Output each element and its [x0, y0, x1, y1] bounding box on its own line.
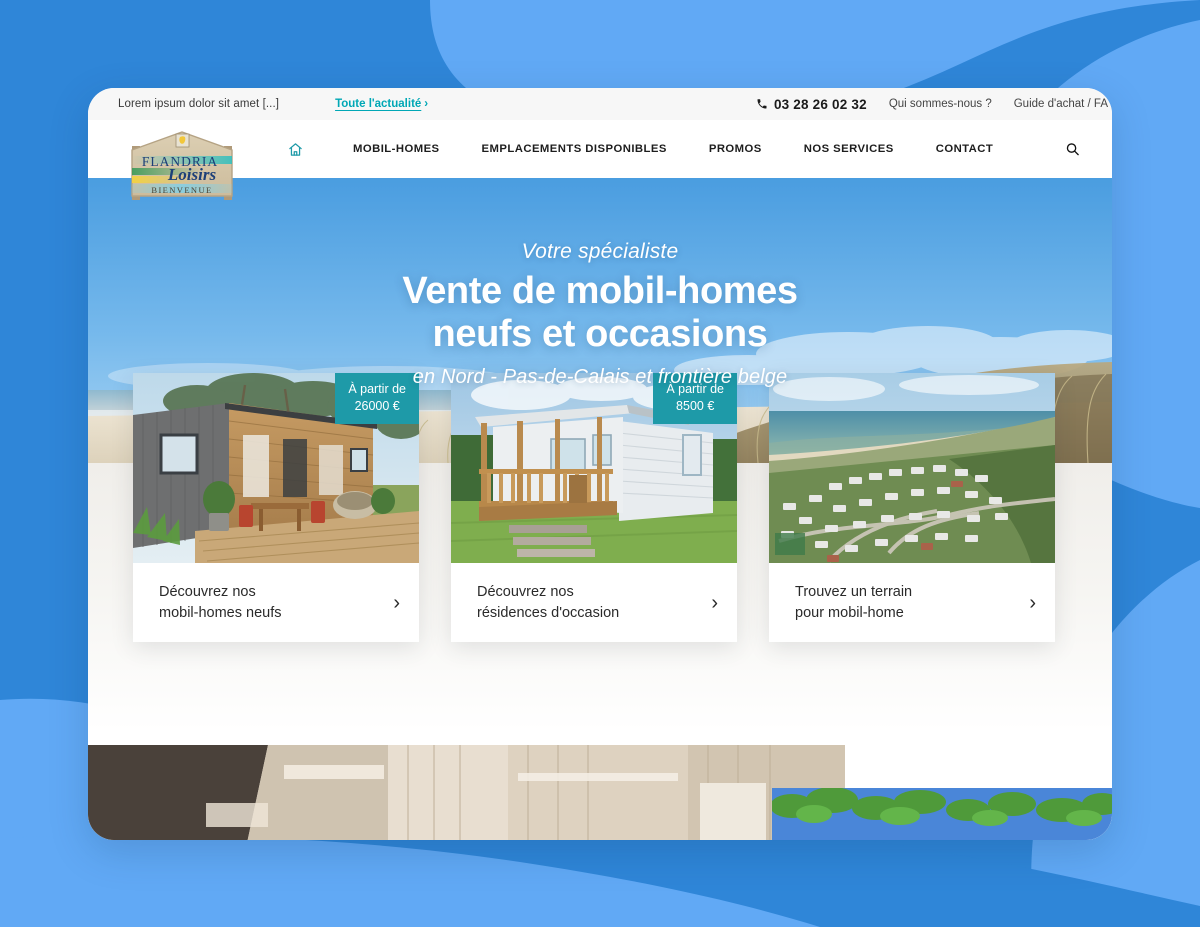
about-us-link[interactable]: Qui sommes-nous ? — [889, 98, 992, 110]
nav-item-contact[interactable]: CONTACT — [936, 143, 994, 155]
utility-bar: Lorem ipsum dolor sit amet [...] Toute l… — [88, 88, 1112, 120]
card-image-wrapper: À partir de 8500 € — [451, 373, 737, 563]
search-button[interactable] — [1065, 142, 1080, 157]
card-image-wrapper: À partir de 26000 € — [133, 373, 419, 563]
svg-text:Loisirs: Loisirs — [167, 165, 217, 184]
chevron-right-icon[interactable]: › — [711, 593, 718, 613]
buying-guide-link[interactable]: Guide d'achat / FA — [1014, 98, 1108, 110]
chevron-right-icon[interactable]: › — [393, 593, 400, 613]
nav-item-promos[interactable]: PROMOS — [709, 143, 762, 155]
card-caption: Trouvez un terrain pour mobil-home — [795, 582, 912, 623]
highlight-cards: À partir de 26000 € Découvrez nos mobil-… — [133, 373, 1067, 643]
phone-number[interactable]: 03 28 26 02 32 — [756, 97, 867, 112]
hero-subtitle: en Nord - Pas-de-Calais et frontière bel… — [412, 365, 788, 388]
nav-links: MOBIL-HOMES EMPLACEMENTS DISPONIBLES PRO… — [353, 143, 993, 155]
all-news-link[interactable]: Toute l'actualité › — [335, 98, 428, 110]
nav-item-mobil-homes[interactable]: MOBIL-HOMES — [353, 143, 440, 155]
mobil-home-interior-photo — [88, 745, 845, 840]
card-body: Découvrez nos mobil-homes neufs › — [133, 563, 419, 642]
card-mobil-homes-neufs[interactable]: À partir de 26000 € Découvrez nos mobil-… — [133, 373, 419, 643]
search-icon — [1066, 143, 1079, 156]
svg-text:BIENVENUE: BIENVENUE — [151, 185, 212, 195]
highlight-cards-section: À partir de 26000 € Découvrez nos mobil-… — [88, 373, 1112, 731]
card-image-wrapper — [769, 373, 1055, 563]
nav-item-emplacements[interactable]: EMPLACEMENTS DISPONIBLES — [482, 143, 667, 155]
greenery-photo — [772, 788, 1112, 840]
badge-price: 26000 € — [354, 398, 400, 413]
hero-title: Vente de mobil-homes neufs et occasions — [88, 270, 1112, 356]
card-body: Découvrez nos résidences d'occasion › — [451, 563, 737, 642]
flandria-loisirs-logo: FLANDRIA Loisirs BIENVENUE — [131, 131, 233, 200]
website-mockup: Lorem ipsum dolor sit amet [...] Toute l… — [88, 88, 1112, 840]
phone-number-text: 03 28 26 02 32 — [773, 96, 867, 112]
phone-icon — [757, 99, 767, 109]
aerial-campsite-seaside-photo — [769, 373, 1055, 563]
card-caption-line-2: résidences d'occasion — [477, 604, 620, 621]
chevron-right-icon[interactable]: › — [1029, 593, 1036, 613]
greenery-image — [772, 788, 1112, 840]
card-body: Trouvez un terrain pour mobil-home › — [769, 563, 1055, 642]
news-ticker-text: Lorem ipsum dolor sit amet [...] — [118, 98, 280, 110]
home-icon — [289, 142, 302, 156]
card-caption-line-1: Découvrez nos — [477, 584, 574, 600]
chevron-right-icon: › — [424, 98, 429, 110]
next-section — [88, 731, 1112, 840]
all-news-label: Toute l'actualité — [335, 98, 422, 110]
card-caption-line-1: Trouvez un terrain — [795, 584, 913, 600]
card-trouvez-terrain[interactable]: Trouvez un terrain pour mobil-home › — [769, 373, 1055, 643]
card-caption: Découvrez nos résidences d'occasion — [477, 582, 619, 623]
badge-price: 8500 € — [676, 398, 715, 413]
utility-bar-right: 03 28 26 02 32 Qui sommes-nous ? Guide d… — [756, 97, 1112, 112]
nav-item-nos-services[interactable]: NOS SERVICES — [804, 143, 894, 155]
card-caption-line-2: mobil-homes neufs — [159, 604, 282, 621]
hero-title-line-1: Vente de mobil-homes — [402, 270, 798, 312]
card-caption-line-2: pour mobil-home — [795, 604, 904, 621]
interior-image — [88, 745, 845, 840]
card-caption-line-1: Découvrez nos — [159, 584, 256, 600]
home-link[interactable] — [288, 142, 303, 157]
site-logo[interactable]: FLANDRIA Loisirs BIENVENUE — [120, 124, 254, 207]
card-caption: Découvrez nos mobil-homes neufs — [159, 582, 282, 623]
card-residences-occasion[interactable]: À partir de 8500 € Découvrez nos résiden… — [451, 373, 737, 643]
hero-kicker: Votre spécialiste — [521, 240, 679, 263]
hero-copy: Votre spécialiste Vente de mobil-homes n… — [88, 240, 1112, 389]
hero-title-line-2: neufs et occasions — [432, 312, 768, 355]
